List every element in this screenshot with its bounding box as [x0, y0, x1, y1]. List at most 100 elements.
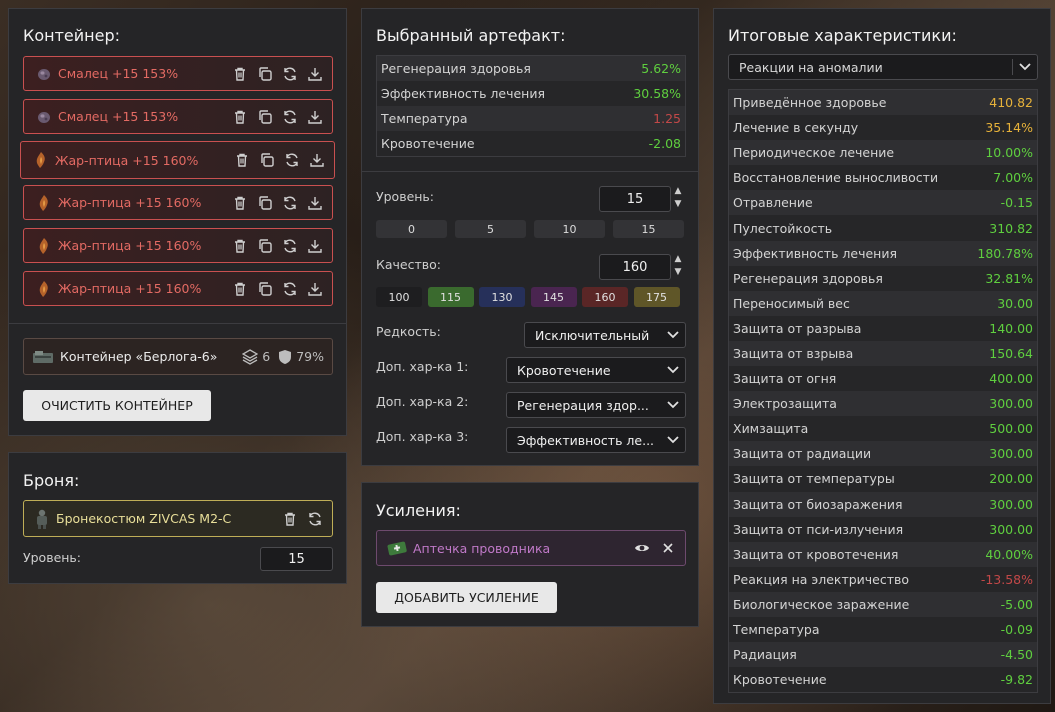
quality-preset-button[interactable]: 160	[582, 287, 628, 307]
download-icon[interactable]	[306, 194, 324, 212]
rarity-select[interactable]: Исключительный	[524, 322, 686, 348]
extra-select[interactable]: Кровотечение	[506, 357, 686, 383]
boost-item[interactable]: Аптечка проводника	[376, 530, 686, 566]
quality-input[interactable]: 160	[599, 254, 671, 280]
stat-name: Эффективность лечения	[733, 245, 898, 261]
stat-value: 1.25	[653, 111, 681, 126]
container-panel: Контейнер: Смалец +15 153% Смалец +15 153…	[8, 8, 347, 436]
quality-preset-button[interactable]: 130	[479, 287, 525, 307]
stat-value: -0.09	[1000, 622, 1033, 638]
replace-icon[interactable]	[306, 510, 324, 528]
level-up-icon[interactable]: ▲	[673, 187, 683, 196]
total-stat-row: Периодическое лечение 10.00%	[729, 140, 1037, 166]
container-artifact-row[interactable]: Жар-птица +15 160%	[23, 228, 333, 263]
total-stat-row: Лечение в секунду 35.14%	[729, 115, 1037, 141]
replace-icon[interactable]	[281, 108, 299, 126]
total-stat-row: Реакция на электричество -13.58%	[729, 566, 1037, 592]
stat-value: 180.78%	[977, 245, 1033, 261]
container-artifact-row[interactable]: Жар-птица +15 160%	[23, 271, 333, 306]
quality-preset-button[interactable]: 115	[427, 287, 474, 307]
download-icon[interactable]	[306, 65, 324, 83]
total-stats-table: Приведённое здоровье 410.82 Лечение в секу…	[728, 89, 1038, 694]
stat-name: Кровотечение	[733, 672, 827, 688]
copy-icon[interactable]	[256, 237, 274, 255]
add-boost-button[interactable]: ДОБАВИТЬ УСИЛЕНИЕ	[376, 582, 557, 613]
copy-icon[interactable]	[258, 151, 276, 169]
replace-icon[interactable]	[283, 151, 301, 169]
download-icon[interactable]	[308, 151, 326, 169]
total-stat-row: Восстановление выносливости 7.00%	[729, 165, 1037, 191]
container-artifact-row[interactable]: Смалец +15 153%	[23, 56, 333, 91]
boost-name: Аптечка проводника	[413, 540, 551, 556]
copy-icon[interactable]	[256, 194, 274, 212]
armor-panel: Броня: Бронекостюм ZIVCAS M2-C Уровень: …	[8, 452, 347, 584]
total-stat-row: Защита от кровотечения 40.00%	[729, 541, 1037, 567]
delete-icon[interactable]	[231, 194, 249, 212]
download-icon[interactable]	[306, 108, 324, 126]
artifact-stat-row: Регенерация здоровья 5.62%	[377, 56, 685, 81]
delete-icon[interactable]	[231, 280, 249, 298]
download-icon[interactable]	[306, 237, 324, 255]
replace-icon[interactable]	[281, 237, 299, 255]
container-artifact-row[interactable]: Жар-птица +15 160%	[20, 141, 335, 179]
level-input[interactable]: 15	[599, 186, 671, 212]
stat-value: 40.00%	[985, 546, 1033, 562]
stat-name: Регенерация здоровья	[381, 61, 531, 76]
level-down-icon[interactable]: ▼	[673, 200, 683, 209]
delete-icon[interactable]	[281, 510, 299, 528]
quality-preset-button[interactable]: 145	[530, 287, 577, 307]
artifact-label: Смалец +15 153%	[58, 109, 179, 124]
delete-icon[interactable]	[231, 65, 249, 83]
stat-name: Восстановление выносливости	[733, 170, 939, 186]
delete-icon[interactable]	[231, 237, 249, 255]
stat-name: Регенерация здоровья	[733, 270, 883, 286]
container-artifact-row[interactable]: Смалец +15 153%	[23, 99, 333, 134]
level-label: Уровень:	[376, 189, 435, 204]
level-preset-button[interactable]: 15	[613, 220, 684, 238]
clear-container-button[interactable]: ОЧИСТИТЬ КОНТЕЙНЕР	[23, 390, 211, 421]
total-stat-row: Кровотечение -9.82	[729, 667, 1037, 693]
extra-select[interactable]: Эффективность ле...	[506, 427, 686, 453]
stat-name: Температура	[733, 622, 820, 638]
copy-icon[interactable]	[256, 65, 274, 83]
armor-suit-icon	[34, 509, 50, 529]
extra-select[interactable]: Регенерация здор...	[506, 392, 686, 418]
stat-value: -4.50	[1000, 647, 1033, 663]
copy-icon[interactable]	[256, 280, 274, 298]
boosts-panel: Усиления: Аптечка проводника ДОБАВИТЬ УС…	[361, 482, 699, 627]
level-preset-button[interactable]: 5	[455, 220, 526, 238]
replace-icon[interactable]	[281, 280, 299, 298]
quality-down-icon[interactable]: ▼	[673, 268, 683, 277]
armor-title: Броня:	[23, 471, 80, 490]
delete-icon[interactable]	[231, 108, 249, 126]
divider	[362, 171, 698, 172]
quality-preset-button[interactable]: 175	[633, 287, 680, 307]
stat-value: 300.00	[989, 446, 1033, 462]
artifact-label: Жар-птица +15 160%	[58, 195, 202, 210]
quality-up-icon[interactable]: ▲	[673, 255, 683, 264]
container-card[interactable]: Контейнер «Берлога-6» 6 79%	[23, 338, 333, 375]
delete-icon[interactable]	[233, 151, 251, 169]
download-icon[interactable]	[306, 280, 324, 298]
total-stat-row: Приведённое здоровье 410.82	[729, 90, 1037, 116]
container-artifact-row[interactable]: Жар-птица +15 160%	[23, 185, 333, 220]
level-preset-button[interactable]: 10	[534, 220, 605, 238]
replace-icon[interactable]	[281, 65, 299, 83]
stat-value: -0.15	[1000, 195, 1033, 211]
armor-card[interactable]: Бронекостюм ZIVCAS M2-C	[23, 500, 333, 537]
stat-value: -5.00	[1000, 596, 1033, 612]
eye-icon[interactable]	[633, 539, 651, 557]
stat-value: 400.00	[989, 371, 1033, 387]
chevron-down-icon	[661, 366, 685, 374]
stat-value: 500.00	[989, 421, 1033, 437]
replace-icon[interactable]	[281, 194, 299, 212]
close-icon[interactable]	[659, 539, 677, 557]
level-preset-button[interactable]: 0	[376, 220, 447, 238]
stat-name: Эффективность лечения	[381, 86, 546, 101]
total-category-select[interactable]: Реакции на аномалии	[728, 54, 1038, 80]
copy-icon[interactable]	[256, 108, 274, 126]
shield-icon	[279, 349, 292, 364]
stat-name: Радиация	[733, 647, 797, 663]
armor-level-input[interactable]: 15	[260, 547, 333, 571]
quality-preset-button[interactable]: 100	[376, 287, 422, 307]
